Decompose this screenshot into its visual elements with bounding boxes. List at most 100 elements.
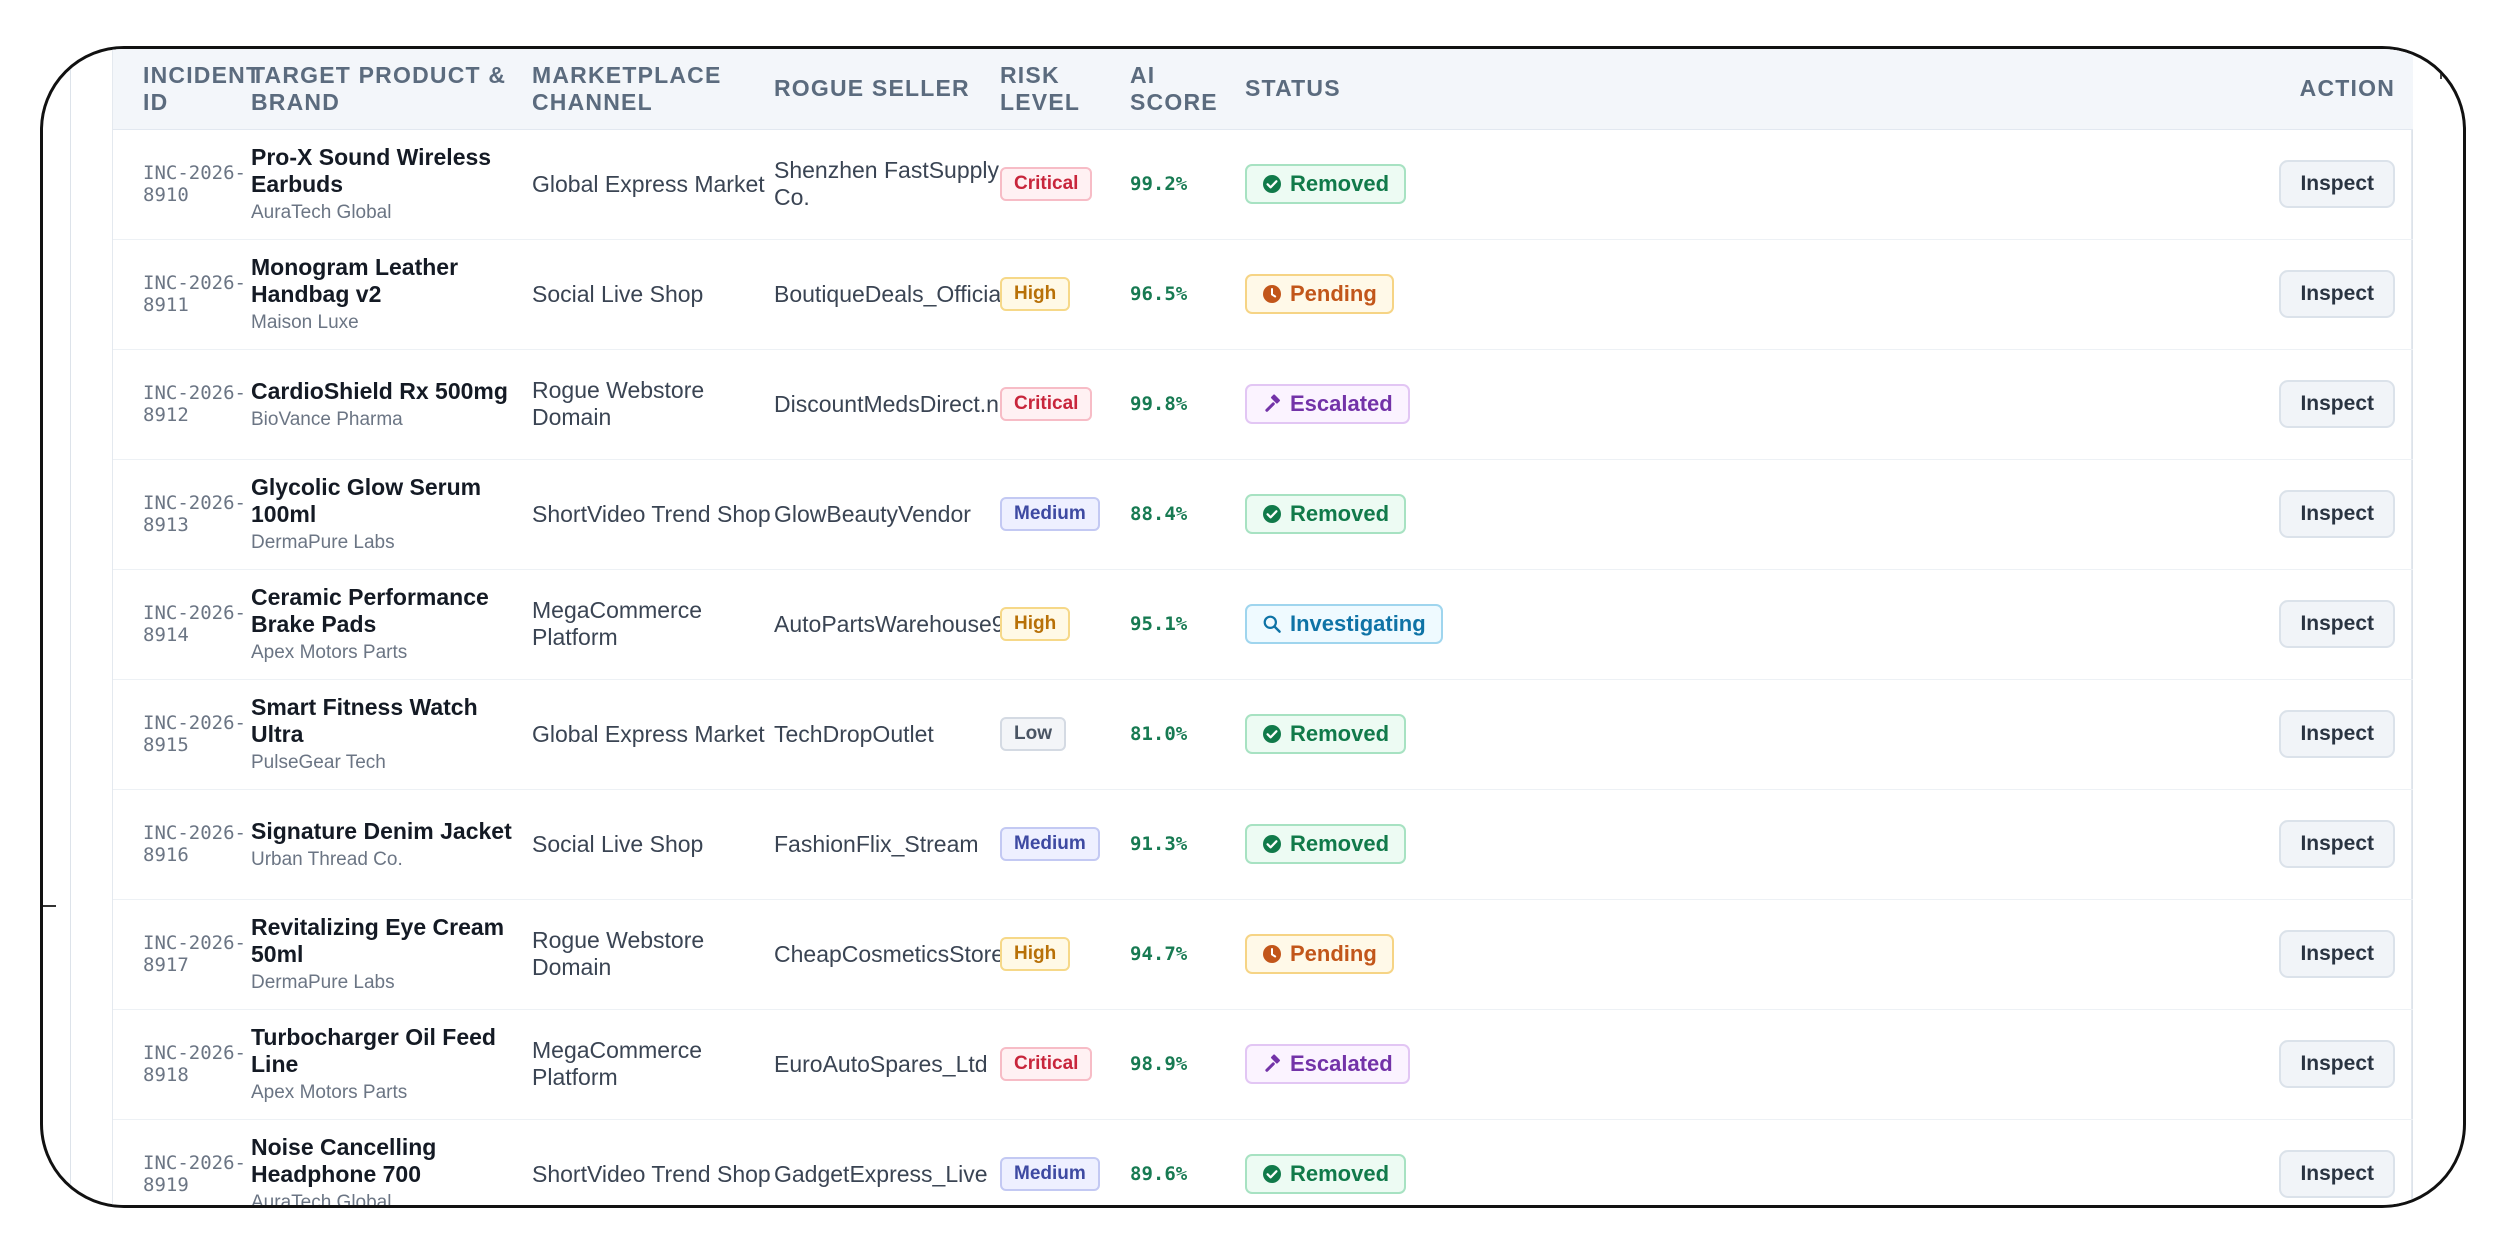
product-name: Monogram Leather Handbag v2 bbox=[251, 254, 459, 307]
action-cell: Inspect bbox=[1415, 569, 2413, 679]
status-label: Removed bbox=[1290, 171, 1390, 196]
incident-id-cell: INC-2026-8914 bbox=[113, 569, 251, 679]
brand-name: BioVance Pharma bbox=[251, 408, 403, 430]
column-header-product[interactable]: TARGET PRODUCT & BRAND bbox=[251, 49, 532, 130]
risk-cell: Critical bbox=[1000, 129, 1130, 239]
score-cell: 94.7% bbox=[1130, 899, 1245, 1009]
incident-id-cell: INC-2026-8912 bbox=[113, 349, 251, 459]
rogue-seller: BoutiqueDeals_Official bbox=[774, 280, 1007, 307]
action-cell: Inspect bbox=[1415, 1009, 2413, 1119]
incident-id-cell: INC-2026-8919 bbox=[113, 1119, 251, 1205]
marketplace-channel: Social Live Shop bbox=[532, 830, 704, 857]
inspect-button[interactable]: Inspect bbox=[2279, 1040, 2395, 1088]
clock-icon bbox=[1262, 284, 1282, 304]
score-cell: 81.0% bbox=[1130, 679, 1245, 789]
check-circle-icon bbox=[1262, 1164, 1282, 1184]
column-header-risk[interactable]: RISK LEVEL bbox=[1000, 49, 1130, 130]
brand-name: PulseGear Tech bbox=[251, 752, 386, 773]
score-cell: 88.4% bbox=[1130, 459, 1245, 569]
score-cell: 91.3% bbox=[1130, 789, 1245, 899]
risk-badge: Medium bbox=[1000, 827, 1100, 861]
channel-cell: Rogue Webstore Domain bbox=[532, 349, 774, 459]
product-cell: Revitalizing Eye Cream 50ml DermaPure Lab… bbox=[251, 899, 532, 1009]
rogue-seller: TechDropOutlet bbox=[774, 720, 934, 747]
marketplace-channel: Global Express Market bbox=[532, 170, 765, 197]
product-name: Signature Denim Jacket bbox=[251, 817, 512, 844]
risk-cell: Low bbox=[1000, 679, 1130, 789]
brand-name: DermaPure Labs bbox=[251, 532, 395, 553]
action-cell: Inspect bbox=[1415, 459, 2413, 569]
status-label: Removed bbox=[1290, 831, 1390, 856]
magnifier-icon bbox=[1262, 614, 1282, 634]
channel-cell: Social Live Shop bbox=[532, 789, 774, 899]
product-name: Pro-X Sound Wireless Earbuds bbox=[251, 144, 492, 197]
rogue-seller: Shenzhen FastSupply Co. bbox=[774, 157, 1000, 210]
brand-name: Maison Luxe bbox=[251, 312, 359, 333]
action-cell: Inspect bbox=[1415, 679, 2413, 789]
risk-cell: Medium bbox=[1000, 459, 1130, 569]
device-frame: INCIDENT ID TARGET PRODUCT & BRAND MARKE… bbox=[40, 46, 2466, 1208]
inspect-button[interactable]: Inspect bbox=[2279, 380, 2395, 428]
incident-id: INC-2026-8911 bbox=[143, 272, 246, 316]
incident-id-cell: INC-2026-8911 bbox=[113, 239, 251, 349]
risk-cell: High bbox=[1000, 569, 1130, 679]
risk-badge: Low bbox=[1000, 717, 1066, 751]
product-name: Revitalizing Eye Cream 50ml bbox=[251, 914, 505, 967]
product-cell: Signature Denim Jacket Urban Thread Co. bbox=[251, 789, 532, 899]
risk-badge: Critical bbox=[1000, 1047, 1093, 1081]
brand-name: Apex Motors Parts bbox=[251, 642, 408, 663]
incident-id: INC-2026-8919 bbox=[143, 1152, 246, 1196]
inspect-button[interactable]: Inspect bbox=[2279, 160, 2395, 208]
score-cell: 98.9% bbox=[1130, 1009, 1245, 1119]
incident-id: INC-2026-8910 bbox=[143, 162, 246, 206]
column-resize-handle[interactable] bbox=[2440, 63, 2442, 79]
product-name: CardioShield Rx 500mg bbox=[251, 377, 508, 404]
action-cell: Inspect bbox=[1415, 1119, 2413, 1205]
seller-cell: FashionFlix_Stream bbox=[774, 789, 1000, 899]
product-cell: Ceramic Performance Brake Pads Apex Motor… bbox=[251, 569, 532, 679]
inspect-button[interactable]: Inspect bbox=[2279, 930, 2395, 978]
inspect-button[interactable]: Inspect bbox=[2279, 710, 2395, 758]
rogue-seller: FashionFlix_Stream bbox=[774, 830, 979, 857]
inspect-button[interactable]: Inspect bbox=[2279, 600, 2395, 648]
risk-badge: Critical bbox=[1000, 387, 1093, 421]
column-header-incident-id[interactable]: INCIDENT ID bbox=[113, 49, 260, 130]
column-header-status[interactable]: STATUS bbox=[1245, 49, 1415, 130]
risk-badge: High bbox=[1000, 277, 1071, 311]
ai-score: 89.6% bbox=[1130, 1163, 1188, 1185]
status-label: Escalated bbox=[1290, 391, 1393, 416]
risk-cell: Critical bbox=[1000, 349, 1130, 459]
status-badge: Removed bbox=[1245, 494, 1407, 534]
column-header-score[interactable]: AI SCORE bbox=[1130, 49, 1245, 130]
inspect-button[interactable]: Inspect bbox=[2279, 490, 2395, 538]
inspect-button[interactable]: Inspect bbox=[2279, 270, 2395, 318]
column-header-channel[interactable]: MARKETPLACE CHANNEL bbox=[532, 49, 774, 130]
action-cell: Inspect bbox=[1415, 789, 2413, 899]
column-header-seller[interactable]: ROGUE SELLER bbox=[774, 49, 1000, 130]
table-row: INC-2026-8919 Noise Cancelling Headphone … bbox=[113, 1119, 2413, 1205]
risk-badge: High bbox=[1000, 937, 1071, 971]
score-cell: 95.1% bbox=[1130, 569, 1245, 679]
product-name: Turbocharger Oil Feed Line bbox=[251, 1024, 496, 1077]
channel-cell: Global Express Market bbox=[532, 129, 774, 239]
marketplace-channel: Rogue Webstore Domain bbox=[532, 927, 705, 980]
seller-cell: AutoPartsWarehouse99 bbox=[774, 569, 1017, 679]
marketplace-channel: MegaCommerce Platform bbox=[532, 1037, 702, 1090]
frame-guide-left bbox=[70, 49, 71, 1205]
score-cell: 89.6% bbox=[1130, 1119, 1245, 1205]
seller-cell: GlowBeautyVendor bbox=[774, 459, 1000, 569]
inspect-button[interactable]: Inspect bbox=[2279, 1150, 2395, 1198]
risk-cell: Medium bbox=[1000, 789, 1130, 899]
risk-badge: Medium bbox=[1000, 1157, 1100, 1191]
brand-name: AuraTech Global bbox=[251, 202, 392, 223]
rogue-seller: AutoPartsWarehouse99 bbox=[774, 610, 1018, 637]
status-badge: Pending bbox=[1245, 274, 1394, 314]
brand-name: DermaPure Labs bbox=[251, 972, 395, 993]
check-circle-icon bbox=[1262, 834, 1282, 854]
seller-cell: GadgetExpress_Live bbox=[774, 1119, 1000, 1205]
frame-tick-mark bbox=[43, 905, 56, 907]
seller-cell: Shenzhen FastSupply Co. bbox=[774, 129, 1000, 239]
ai-score: 95.1% bbox=[1130, 613, 1188, 635]
inspect-button[interactable]: Inspect bbox=[2279, 820, 2395, 868]
seller-cell: CheapCosmeticsStore.org bbox=[774, 899, 1044, 1009]
